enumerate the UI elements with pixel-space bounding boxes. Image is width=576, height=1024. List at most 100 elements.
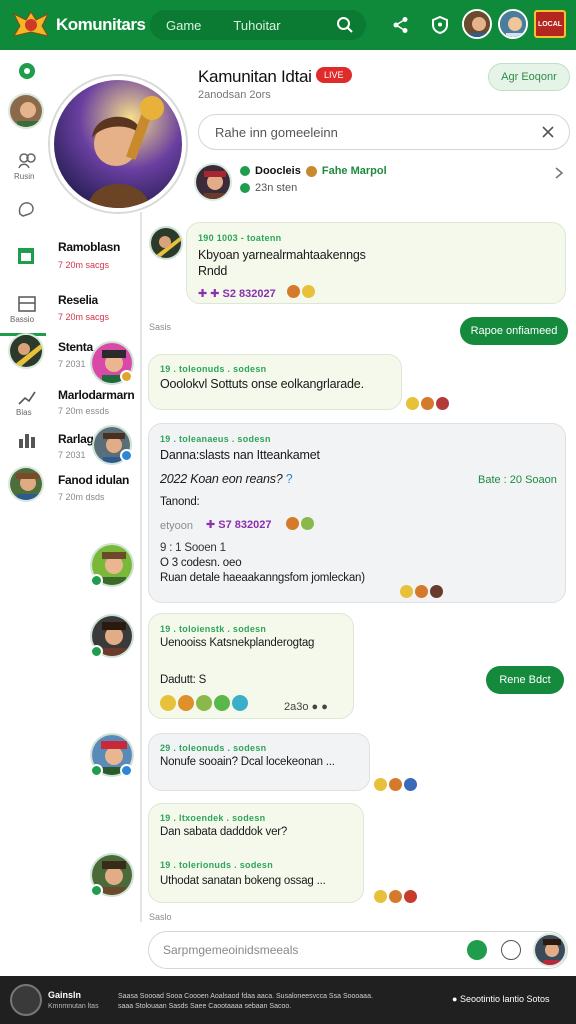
reaction-row[interactable]: [406, 397, 449, 410]
verified-badge: [120, 764, 133, 777]
leaf-icon: [196, 695, 212, 711]
footer-logo-icon[interactable]: [10, 984, 42, 1016]
footer-brand: Gainsln: [48, 990, 82, 1000]
message-text: Uthodat sanatan bokeng ossag ...: [160, 875, 326, 887]
search-icon[interactable]: [336, 16, 354, 34]
message-highlight: ✚ ✚ S2 832027: [198, 288, 276, 300]
channel-name[interactable]: Stenta: [58, 340, 93, 354]
crown-icon: [301, 517, 314, 530]
rail-label-bassio: Bassio: [10, 315, 35, 324]
message-avatar[interactable]: [149, 226, 183, 260]
trending-icon[interactable]: [16, 387, 38, 409]
friends-icon[interactable]: [16, 150, 38, 172]
search-placeholder: Rahe inn gomeeleinn: [215, 125, 338, 140]
fire-icon: [389, 890, 402, 903]
tab-tuhoitar[interactable]: Tuhoitar: [217, 18, 296, 33]
message-time: 2a3o ● ●: [284, 701, 328, 713]
page-subtitle: 2anodsan 2ors: [198, 89, 271, 101]
community-hero-image[interactable]: [50, 76, 186, 212]
message-text: Tanond:: [160, 496, 200, 508]
rail-avatar[interactable]: [8, 466, 44, 502]
message-meta: 19 . tolerionuds . sodesn: [160, 860, 274, 870]
shield-icon[interactable]: [430, 15, 450, 35]
message-highlight: ✚ S7 832027: [206, 519, 272, 531]
chat-bubble-icon[interactable]: [16, 198, 38, 220]
rail-label-rusin: Rusin: [14, 172, 35, 181]
message-text: Ruan detale haeaakanngsfom jomleckan): [160, 572, 365, 584]
friend-avatar[interactable]: [498, 9, 528, 39]
fire-icon: [389, 778, 402, 791]
inbox-icon[interactable]: [16, 293, 38, 315]
message-text: 2022 Koan eon reans? ?: [160, 472, 293, 486]
reaction-row[interactable]: [286, 517, 314, 530]
message-text: 9 : 1 Sooen 1: [160, 542, 226, 554]
reaction-row[interactable]: [287, 285, 315, 298]
channel-name[interactable]: Fanod idulan: [58, 473, 129, 487]
live-badge: LIVE: [316, 67, 352, 83]
close-icon[interactable]: [541, 125, 555, 139]
moderator-row[interactable]: Doocleis Fahe Marpol: [240, 165, 387, 177]
tab-bar: Game Tuhoitar: [150, 10, 366, 40]
channel-name[interactable]: Rarlag: [58, 432, 94, 446]
game-badge[interactable]: LOCAL: [534, 10, 566, 38]
message-input-placeholder: Sarpmgemeoinidsmeeals: [163, 943, 299, 957]
user-avatar[interactable]: [462, 9, 492, 39]
footer-text: Saasa Soooad Sooa Coooen Aoalsaod fdaa a…: [118, 993, 373, 1010]
message-text: Rndd: [198, 264, 228, 278]
channel-sub: 7 20m dsds: [58, 492, 105, 502]
online-badge: [90, 574, 103, 587]
fire-icon: [421, 397, 434, 410]
footer-link[interactable]: ● Seootintio lantio Sotos: [452, 994, 550, 1004]
star-icon: [374, 778, 387, 791]
fire-icon: [415, 585, 428, 598]
message-text: Uenooiss Katsnekplanderogtag: [160, 637, 315, 649]
message-meta: 19 . toleanaeus . sodesn: [160, 434, 271, 444]
self-avatar[interactable]: [533, 933, 567, 967]
moderator-tag: Fahe Marpol: [321, 165, 387, 177]
emoji-icon[interactable]: [501, 940, 521, 960]
join-button[interactable]: Agr Eoqonr: [488, 63, 570, 91]
send-icon[interactable]: [467, 940, 487, 960]
message-input[interactable]: Sarpmgemeoinidsmeeals: [148, 931, 568, 969]
rank-icon: [305, 165, 317, 177]
sword-icon: [286, 517, 299, 530]
settings-gear-icon[interactable]: [16, 60, 38, 82]
rail-avatar[interactable]: [8, 93, 44, 129]
divider: [140, 212, 142, 922]
app-logo-icon[interactable]: [12, 10, 50, 40]
tab-game[interactable]: Game: [150, 18, 217, 33]
reaction-row[interactable]: [374, 890, 417, 903]
channel-sub: 7 20m sacgs: [58, 312, 110, 322]
message-side-note: Bate : 20 Soaon: [478, 474, 557, 486]
channel-name[interactable]: Ramoblasn: [58, 240, 120, 254]
chevron-right-icon[interactable]: [554, 166, 564, 180]
message-text: Kbyoan yarnealrmahtaakenngs: [198, 248, 366, 262]
reaction-row[interactable]: [160, 695, 248, 711]
share-icon[interactable]: [392, 16, 410, 34]
page-title: Kamunitan Idtai: [198, 67, 312, 86]
channel-name[interactable]: Reselia: [58, 293, 98, 307]
message-meta: 19 . toleonuds . sodesn: [160, 364, 267, 374]
message-text: Nonufe sooain? Dcal locekeonan ...: [160, 756, 335, 768]
channel-name[interactable]: Marlodarmarn: [58, 388, 135, 402]
moderator-meta-text: 23n sten: [255, 182, 298, 194]
calendar-icon[interactable]: [15, 245, 37, 267]
sword-icon: [287, 285, 300, 298]
rail-avatar[interactable]: [8, 333, 44, 369]
online-dot-icon: [240, 166, 250, 176]
coin-icon: [178, 695, 194, 711]
moderator-avatar[interactable]: [194, 163, 232, 201]
action-button[interactable]: Rapoe onfiameed: [460, 317, 568, 345]
message-sub-label: etyoon: [160, 520, 194, 532]
action-button[interactable]: Rene Bdct: [486, 666, 564, 694]
rail-label: Bias: [16, 408, 32, 417]
heart-icon: [430, 585, 443, 598]
online-badge: [90, 764, 103, 777]
stats-icon[interactable]: [16, 429, 38, 451]
message-text: Danna:slasts nan Itteankamet: [160, 448, 320, 462]
reaction-row[interactable]: [400, 585, 443, 598]
message-text: Ooolokvl Sottuts onse eolkangrlarade.: [160, 377, 364, 391]
reaction-row[interactable]: [374, 778, 417, 791]
search-input[interactable]: Rahe inn gomeeleinn: [198, 114, 570, 150]
gem-icon: [232, 695, 248, 711]
